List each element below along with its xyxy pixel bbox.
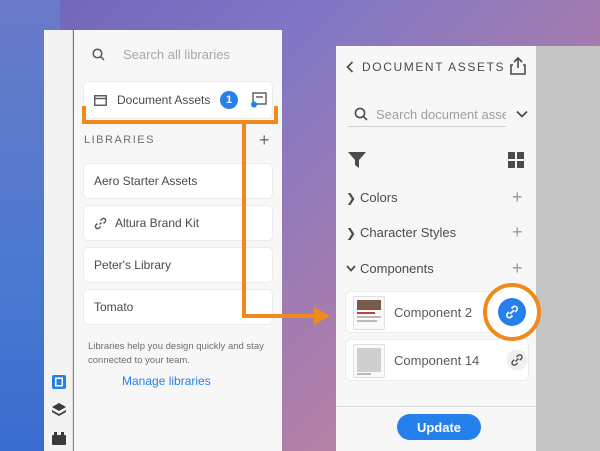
- document-assets-item[interactable]: Document Assets 1: [84, 82, 272, 118]
- manage-libraries-link[interactable]: Manage libraries: [122, 374, 211, 388]
- search-input[interactable]: Search document assets: [376, 107, 506, 122]
- update-count-badge: 1: [220, 91, 238, 109]
- search-icon: [92, 47, 105, 61]
- component-thumbnail: [353, 296, 385, 330]
- search-input[interactable]: Search all libraries: [123, 47, 230, 62]
- plugins-icon[interactable]: [51, 430, 67, 446]
- chevron-right-icon: ❯: [346, 190, 357, 205]
- back-chevron-icon[interactable]: [346, 61, 354, 73]
- add-character-style-button[interactable]: +: [512, 223, 523, 241]
- link-icon: [94, 217, 107, 229]
- library-item[interactable]: Aero Starter Assets: [84, 164, 272, 198]
- linked-document-icon[interactable]: [250, 92, 268, 108]
- document-assets-panel: DOCUMENT ASSETS Search document assets ❯…: [336, 46, 536, 451]
- add-component-button[interactable]: +: [512, 259, 523, 277]
- chevron-right-icon: ❯: [346, 225, 357, 240]
- section-character-styles[interactable]: ❯ Character Styles: [346, 225, 456, 240]
- panel-title: DOCUMENT ASSETS: [362, 60, 506, 74]
- canvas-area: [536, 46, 600, 451]
- section-components[interactable]: Components: [346, 261, 434, 276]
- chevron-down-icon[interactable]: [516, 110, 528, 118]
- library-item[interactable]: Tomato: [84, 290, 272, 324]
- filter-icon[interactable]: [348, 152, 366, 168]
- component-item[interactable]: Component 14: [346, 340, 528, 380]
- search-icon: [354, 107, 368, 121]
- assets-panel-icon[interactable]: [51, 374, 67, 390]
- library-item-label: Tomato: [94, 300, 134, 314]
- section-label: Components: [360, 261, 434, 276]
- link-icon[interactable]: [506, 349, 528, 371]
- section-colors[interactable]: ❯ Colors: [346, 190, 398, 205]
- chevron-down-icon: [346, 264, 356, 272]
- add-library-button[interactable]: +: [259, 131, 270, 149]
- library-item-label: Aero Starter Assets: [94, 174, 198, 188]
- component-name: Component 2: [394, 305, 473, 320]
- library-item[interactable]: Peter's Library: [84, 248, 272, 282]
- layers-icon[interactable]: [51, 402, 67, 418]
- helper-text: Libraries help you design quickly and st…: [88, 341, 264, 366]
- library-item-label: Altura Brand Kit: [115, 216, 200, 230]
- section-label: Colors: [360, 190, 398, 205]
- document-icon: [94, 94, 107, 106]
- arrow-head: [314, 307, 330, 325]
- section-label: Character Styles: [360, 225, 457, 240]
- libraries-header: LIBRARIES: [84, 134, 155, 146]
- component-thumbnail: [353, 344, 385, 378]
- update-button[interactable]: Update: [397, 414, 481, 440]
- component-name: Component 14: [394, 353, 480, 368]
- library-item-label: Peter's Library: [94, 258, 171, 272]
- library-search[interactable]: Search all libraries: [92, 45, 262, 63]
- document-assets-search[interactable]: Search document assets: [348, 102, 506, 127]
- add-color-button[interactable]: +: [512, 188, 523, 206]
- panel-divider: [336, 406, 536, 407]
- libraries-panel: Search all libraries Document Assets 1 L…: [74, 30, 282, 451]
- library-item[interactable]: Altura Brand Kit: [84, 206, 272, 240]
- document-assets-label: Document Assets: [117, 93, 211, 107]
- share-icon[interactable]: [509, 56, 527, 76]
- component-item[interactable]: Component 2: [346, 292, 528, 332]
- grid-view-icon[interactable]: [508, 152, 524, 168]
